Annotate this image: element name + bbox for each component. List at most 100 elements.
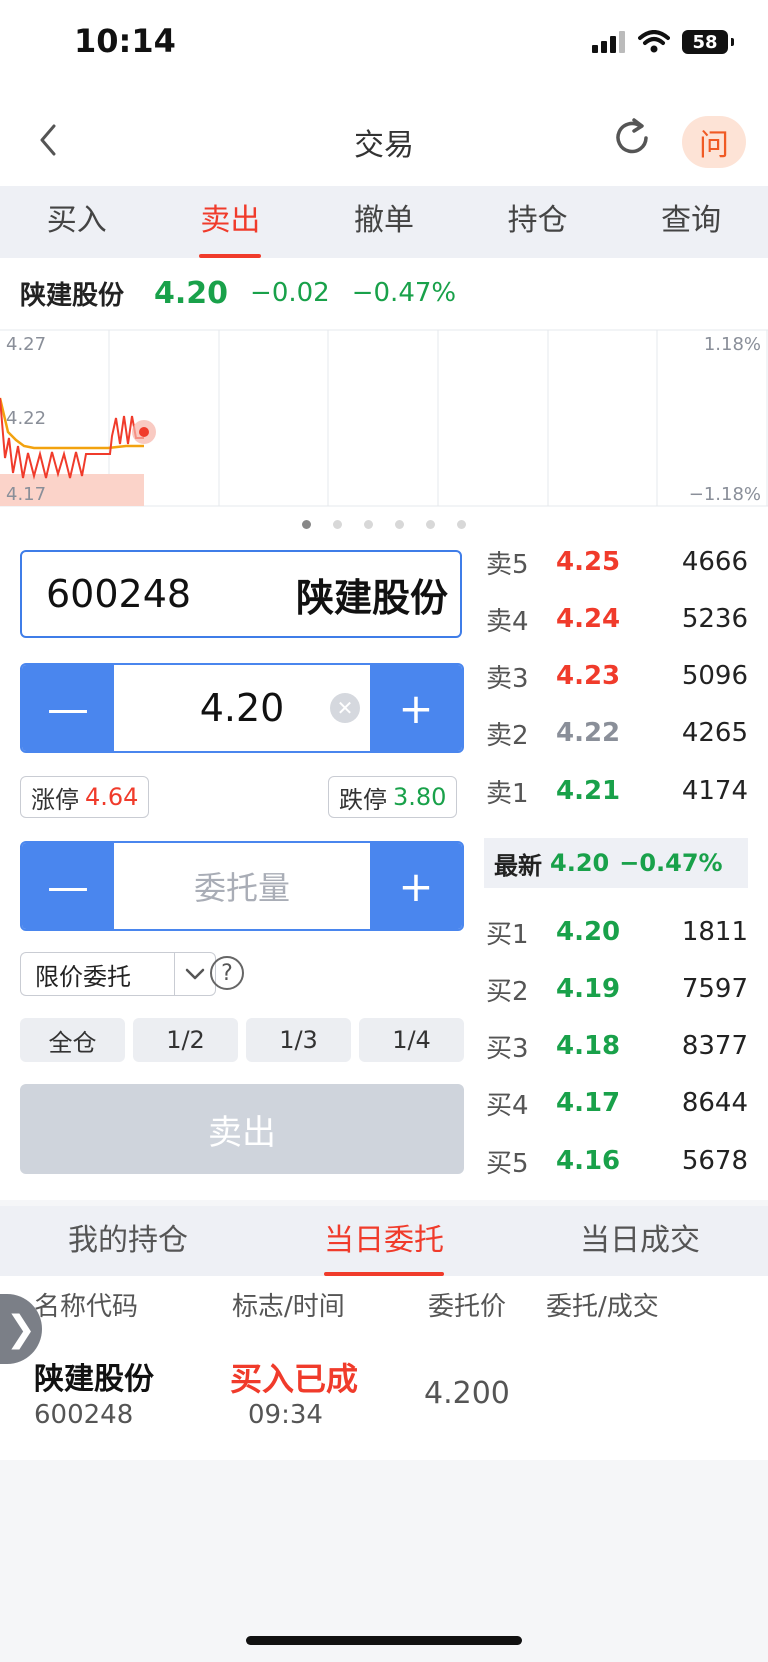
ask-row[interactable]: 卖1 4.21 4174: [486, 763, 748, 819]
chevron-down-icon: [185, 968, 205, 980]
latest-pct: −0.47%: [619, 849, 723, 877]
ask-row[interactable]: 卖4 4.24 5236: [486, 591, 748, 647]
limit-up-value: 4.64: [85, 783, 139, 811]
price-input[interactable]: 4.20 ✕: [114, 665, 370, 751]
trade-tabs: 买入 卖出 撤单 持仓 查询: [0, 186, 768, 258]
stock-name: 陕建股份: [295, 575, 448, 620]
pager-dot[interactable]: [302, 519, 311, 529]
bid-volume: 5678: [681, 1146, 748, 1176]
signal-icon: [592, 31, 625, 53]
column-header: 委托价: [428, 1292, 507, 1322]
ask-row[interactable]: 卖5 4.25 4666: [486, 534, 748, 590]
ask-volume: 5236: [681, 604, 748, 634]
bid-row[interactable]: 买3 4.18 8377: [486, 1018, 748, 1074]
ask-row[interactable]: 卖3 4.23 5096: [486, 648, 748, 704]
stock-code: 600248: [46, 572, 192, 616]
price-label-mid: 4.22: [6, 408, 46, 429]
empty-area: [0, 1460, 768, 1662]
bid-price: 4.19: [556, 974, 621, 1004]
quantity-increase-button[interactable]: +: [370, 843, 462, 929]
price-stepper: — 4.20 ✕ +: [20, 663, 464, 753]
pager-dot[interactable]: [457, 519, 466, 529]
latest-price: 4.20: [550, 849, 610, 877]
qty-quarter-button[interactable]: 1/4: [359, 1018, 464, 1062]
ask-label: 卖3: [486, 663, 529, 694]
quote-change-pct: −0.47%: [351, 278, 457, 308]
ask-button[interactable]: 问: [682, 116, 746, 168]
latest-label: 最新: [494, 851, 542, 880]
tab-my-positions[interactable]: 我的持仓: [0, 1206, 256, 1276]
limit-down-value: 3.80: [393, 783, 447, 811]
intraday-chart[interactable]: 4.27 4.22 4.17 1.18% −1.18%: [0, 328, 768, 508]
ask-price: 4.22: [556, 718, 621, 748]
price-label-low: 4.17: [6, 484, 46, 505]
ask-price: 4.24: [556, 604, 621, 634]
sell-button[interactable]: 卖出: [20, 1084, 464, 1174]
column-header: 标志/时间: [232, 1292, 345, 1322]
battery-icon: 58: [682, 30, 734, 54]
bid-row[interactable]: 买1 4.20 1811: [486, 904, 748, 960]
order-type-select[interactable]: 限价委托: [20, 952, 174, 996]
tab-today-orders[interactable]: 当日委托: [256, 1206, 512, 1276]
ask-price: 4.25: [556, 547, 621, 577]
bid-volume: 1811: [681, 917, 748, 947]
limit-up-button[interactable]: 涨停 4.64: [20, 776, 150, 818]
clear-icon[interactable]: ✕: [330, 693, 360, 723]
refresh-icon[interactable]: [610, 116, 654, 160]
stock-quote: 陕建股份 4.20 −0.02 −0.47%: [0, 258, 768, 328]
ask-row[interactable]: 卖2 4.22 4265: [486, 705, 748, 761]
current-point: [139, 427, 149, 437]
bid-label: 买5: [486, 1148, 529, 1179]
intraday-chart-svg: 4.27 4.22 4.17 1.18% −1.18%: [0, 329, 768, 507]
limit-down-button[interactable]: 跌停 3.80: [328, 776, 458, 818]
limit-up-label: 涨停: [31, 785, 79, 814]
ask-price: 4.23: [556, 661, 621, 691]
bid-row[interactable]: 买4 4.17 8644: [486, 1075, 748, 1131]
orders-tabs: 我的持仓 当日委托 当日成交: [0, 1206, 768, 1276]
bid-row[interactable]: 买5 4.16 5678: [486, 1133, 748, 1189]
pager-dot[interactable]: [333, 519, 342, 529]
home-indicator[interactable]: [246, 1636, 522, 1645]
ask-volume: 4666: [681, 547, 748, 577]
limit-down-label: 跌停: [339, 785, 387, 814]
column-header: 名称代码: [34, 1292, 139, 1322]
bid-label: 买2: [486, 976, 529, 1007]
bid-price: 4.16: [556, 1146, 621, 1176]
ask-volume: 5096: [681, 661, 748, 691]
tab-buy[interactable]: 买入: [0, 186, 154, 258]
stock-selector[interactable]: 600248 陕建股份: [20, 550, 462, 638]
latest-price-bar: 最新 4.20 −0.47%: [484, 838, 748, 888]
row-stock-name: 陕建股份: [34, 1362, 154, 1397]
column-header: 委托/成交: [546, 1292, 659, 1322]
quantity-input[interactable]: 委托量: [114, 843, 370, 929]
tab-today-trades[interactable]: 当日成交: [512, 1206, 768, 1276]
bid-row[interactable]: 买2 4.19 7597: [486, 961, 748, 1017]
pager-dot[interactable]: [395, 519, 404, 529]
tab-sell[interactable]: 卖出: [154, 186, 308, 258]
ask-volume: 4174: [681, 776, 748, 806]
tab-cancel[interactable]: 撤单: [307, 186, 461, 258]
ask-label: 卖2: [486, 720, 529, 751]
status-icons: 58: [592, 30, 734, 54]
row-stock-code: 600248: [34, 1400, 134, 1430]
qty-full-button[interactable]: 全仓: [20, 1018, 125, 1062]
row-status: 买入已成: [230, 1360, 359, 1398]
bid-volume: 7597: [681, 974, 748, 1004]
quantity-decrease-button[interactable]: —: [22, 843, 114, 929]
qty-third-button[interactable]: 1/3: [246, 1018, 351, 1062]
pct-label-low: −1.18%: [689, 484, 761, 505]
pager-dot[interactable]: [426, 519, 435, 529]
tab-positions[interactable]: 持仓: [461, 186, 615, 258]
orders-table-header: 名称代码 标志/时间 委托价 委托/成交: [0, 1276, 768, 1329]
bid-label: 买3: [486, 1033, 529, 1064]
price-decrease-button[interactable]: —: [22, 665, 114, 751]
quote-name: 陕建股份: [20, 280, 125, 311]
price-increase-button[interactable]: +: [370, 665, 462, 751]
qty-half-button[interactable]: 1/2: [133, 1018, 238, 1062]
help-icon[interactable]: ?: [210, 956, 244, 990]
tab-query[interactable]: 查询: [614, 186, 768, 258]
pager-dot[interactable]: [364, 519, 373, 529]
bid-label: 买4: [486, 1090, 529, 1121]
quote-change: −0.02: [250, 278, 330, 308]
quote-price: 4.20: [154, 275, 229, 311]
